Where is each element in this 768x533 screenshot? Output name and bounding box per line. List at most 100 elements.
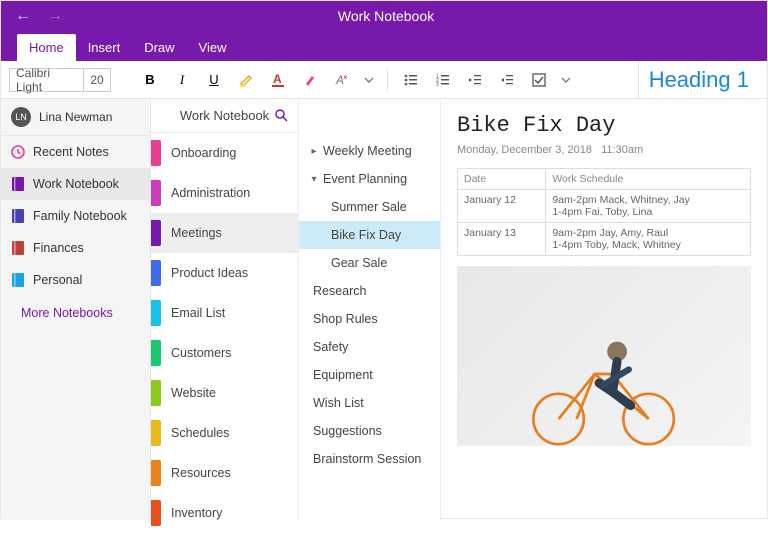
page-item[interactable]: Research bbox=[299, 277, 440, 305]
clear-format-button[interactable]: A× bbox=[329, 67, 355, 93]
page-item[interactable]: ▸Weekly Meeting bbox=[299, 137, 440, 165]
clock-icon bbox=[11, 144, 25, 160]
page-item[interactable]: Bike Fix Day bbox=[299, 221, 440, 249]
sections-pane: Work Notebook Onboarding Administration Me… bbox=[151, 99, 299, 520]
tab-view[interactable]: View bbox=[187, 34, 239, 61]
notebook-label: Personal bbox=[33, 273, 82, 287]
page-label: Equipment bbox=[313, 368, 373, 382]
schedule-table[interactable]: DateWork Schedule January 129am-2pm Mack… bbox=[457, 168, 751, 256]
section-item[interactable]: Website bbox=[151, 373, 298, 413]
notebook-label: Work Notebook bbox=[33, 177, 119, 191]
section-color-tab bbox=[151, 140, 161, 166]
page-label: Safety bbox=[313, 340, 348, 354]
eraser-icon: A× bbox=[334, 72, 350, 88]
embedded-image[interactable] bbox=[457, 266, 751, 446]
page-label: Shop Rules bbox=[313, 312, 378, 326]
page-item[interactable]: Brainstorm Session bbox=[299, 445, 440, 473]
font-name-field[interactable]: Calibri Light bbox=[10, 69, 84, 91]
section-color-tab bbox=[151, 500, 161, 526]
chevron-down-icon: ▾ bbox=[309, 174, 319, 185]
more-list-button[interactable] bbox=[558, 67, 574, 93]
bike-photo-placeholder bbox=[486, 320, 721, 446]
bullet-list-button[interactable] bbox=[398, 67, 424, 93]
table-row[interactable]: January 129am-2pm Mack, Whitney, Jay1-4p… bbox=[458, 190, 751, 223]
section-label: Meetings bbox=[171, 226, 222, 240]
section-color-tab bbox=[151, 220, 161, 246]
table-cell[interactable]: 9am-2pm Mack, Whitney, Jay1-4pm Fai, Tob… bbox=[546, 190, 751, 223]
section-item[interactable]: Product Ideas bbox=[151, 253, 298, 293]
section-color-tab bbox=[151, 260, 161, 286]
page-label: Suggestions bbox=[313, 424, 382, 438]
page-item[interactable]: Gear Sale bbox=[299, 249, 440, 277]
underline-button[interactable]: U bbox=[201, 67, 227, 93]
section-item[interactable]: Schedules bbox=[151, 413, 298, 453]
notebook-item[interactable]: Personal bbox=[1, 264, 150, 296]
section-item[interactable]: Onboarding bbox=[151, 133, 298, 173]
table-cell[interactable]: January 12 bbox=[458, 190, 546, 223]
more-notebooks-link[interactable]: More Notebooks bbox=[1, 296, 150, 330]
titlebar: ← → Work Notebook bbox=[1, 1, 767, 31]
indent-button[interactable] bbox=[494, 67, 520, 93]
page-item[interactable]: ▾ Event Planning bbox=[299, 165, 440, 193]
section-label: Onboarding bbox=[171, 146, 236, 160]
page-item[interactable]: Wish List bbox=[299, 389, 440, 417]
page-title[interactable]: Bike Fix Day bbox=[457, 113, 751, 138]
numbers-icon: 123 bbox=[435, 72, 451, 88]
page-content[interactable]: Bike Fix Day Monday, December 3, 2018 11… bbox=[441, 99, 767, 520]
notebook-icon bbox=[11, 272, 25, 288]
heading-style-selector[interactable]: Heading 1 bbox=[638, 61, 759, 99]
page-item[interactable]: Shop Rules bbox=[299, 305, 440, 333]
search-icon bbox=[274, 108, 288, 122]
back-button[interactable]: ← bbox=[15, 7, 31, 25]
table-cell[interactable]: 9am-2pm Jay, Amy, Raul1-4pm Toby, Mack, … bbox=[546, 223, 751, 256]
notebook-sidebar: LN Lina Newman Recent Notes Work Notebook… bbox=[1, 99, 151, 520]
number-list-button[interactable]: 123 bbox=[430, 67, 456, 93]
section-item[interactable]: Email List bbox=[151, 293, 298, 333]
highlight-button[interactable] bbox=[233, 67, 259, 93]
notebook-item[interactable]: Family Notebook bbox=[1, 200, 150, 232]
page-item[interactable]: Equipment bbox=[299, 361, 440, 389]
table-row[interactable]: January 139am-2pm Jay, Amy, Raul1-4pm To… bbox=[458, 223, 751, 256]
section-item[interactable]: Inventory bbox=[151, 493, 298, 533]
avatar: LN bbox=[11, 107, 31, 127]
forward-button[interactable]: → bbox=[47, 7, 63, 25]
section-item[interactable]: Resources bbox=[151, 453, 298, 493]
font-size-field[interactable]: 20 bbox=[84, 69, 110, 91]
page-item[interactable]: Safety bbox=[299, 333, 440, 361]
page-item[interactable]: Summer Sale bbox=[299, 193, 440, 221]
todo-button[interactable] bbox=[526, 67, 552, 93]
notebook-icon bbox=[11, 208, 25, 224]
ink-color-button[interactable] bbox=[297, 67, 323, 93]
table-cell[interactable]: January 13 bbox=[458, 223, 546, 256]
section-item[interactable]: Administration bbox=[151, 173, 298, 213]
notebook-header: Work Notebook bbox=[151, 99, 298, 133]
more-format-button[interactable] bbox=[361, 67, 377, 93]
font-color-button[interactable]: A bbox=[265, 67, 291, 93]
section-item[interactable]: Meetings bbox=[151, 213, 298, 253]
user-account[interactable]: LN Lina Newman bbox=[1, 99, 150, 136]
notebook-icon bbox=[11, 240, 25, 256]
notebook-header-label: Work Notebook bbox=[180, 108, 269, 123]
chevron-right-icon: ▸ bbox=[309, 146, 319, 157]
section-color-tab bbox=[151, 460, 161, 486]
italic-button[interactable]: I bbox=[169, 67, 195, 93]
page-label: Wish List bbox=[313, 396, 364, 410]
outdent-icon bbox=[467, 72, 483, 88]
bold-button[interactable]: B bbox=[137, 67, 163, 93]
section-color-tab bbox=[151, 340, 161, 366]
notebook-item[interactable]: Work Notebook bbox=[1, 168, 150, 200]
tab-insert[interactable]: Insert bbox=[76, 34, 133, 61]
tab-draw[interactable]: Draw bbox=[132, 34, 186, 61]
notebook-item[interactable]: Recent Notes bbox=[1, 136, 150, 168]
notebook-label: Family Notebook bbox=[33, 209, 127, 223]
outdent-button[interactable] bbox=[462, 67, 488, 93]
section-item[interactable]: Customers bbox=[151, 333, 298, 373]
search-button[interactable] bbox=[274, 108, 288, 122]
page-item[interactable]: Suggestions bbox=[299, 417, 440, 445]
tab-bar: HomeInsertDrawView bbox=[1, 31, 767, 61]
page-label: Event Planning bbox=[323, 172, 407, 186]
page-label: Bike Fix Day bbox=[331, 228, 401, 242]
notebook-item[interactable]: Finances bbox=[1, 232, 150, 264]
font-selector[interactable]: Calibri Light 20 bbox=[9, 68, 111, 92]
tab-home[interactable]: Home bbox=[17, 34, 76, 61]
